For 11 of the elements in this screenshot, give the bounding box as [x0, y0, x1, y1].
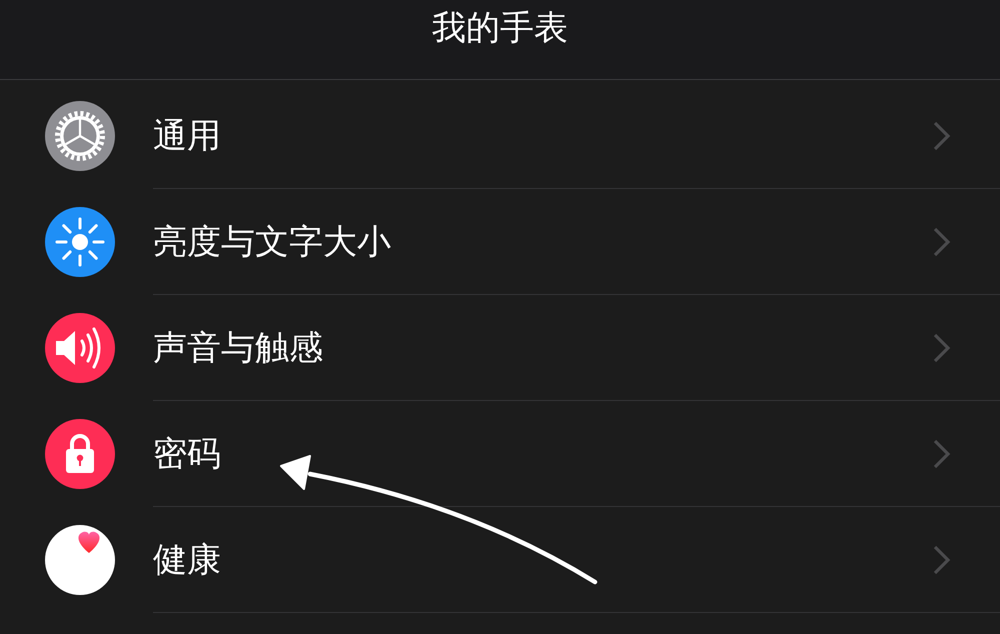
chevron-right-icon [932, 438, 952, 470]
chevron-right-icon [932, 226, 952, 258]
screen-title: 我的手表 [432, 7, 568, 50]
chevron-right-icon [932, 332, 952, 364]
settings-item[interactable]: 健康 [0, 507, 1000, 613]
settings-item[interactable]: 亮度与文字大小 [0, 189, 1000, 295]
chevron-right-icon [932, 120, 952, 152]
chevron-right-icon [932, 544, 952, 576]
settings-item[interactable]: 通用 [0, 83, 1000, 189]
settings-item[interactable]: 声音与触感 [0, 295, 1000, 401]
settings-item[interactable]: 密码 [0, 401, 1000, 507]
